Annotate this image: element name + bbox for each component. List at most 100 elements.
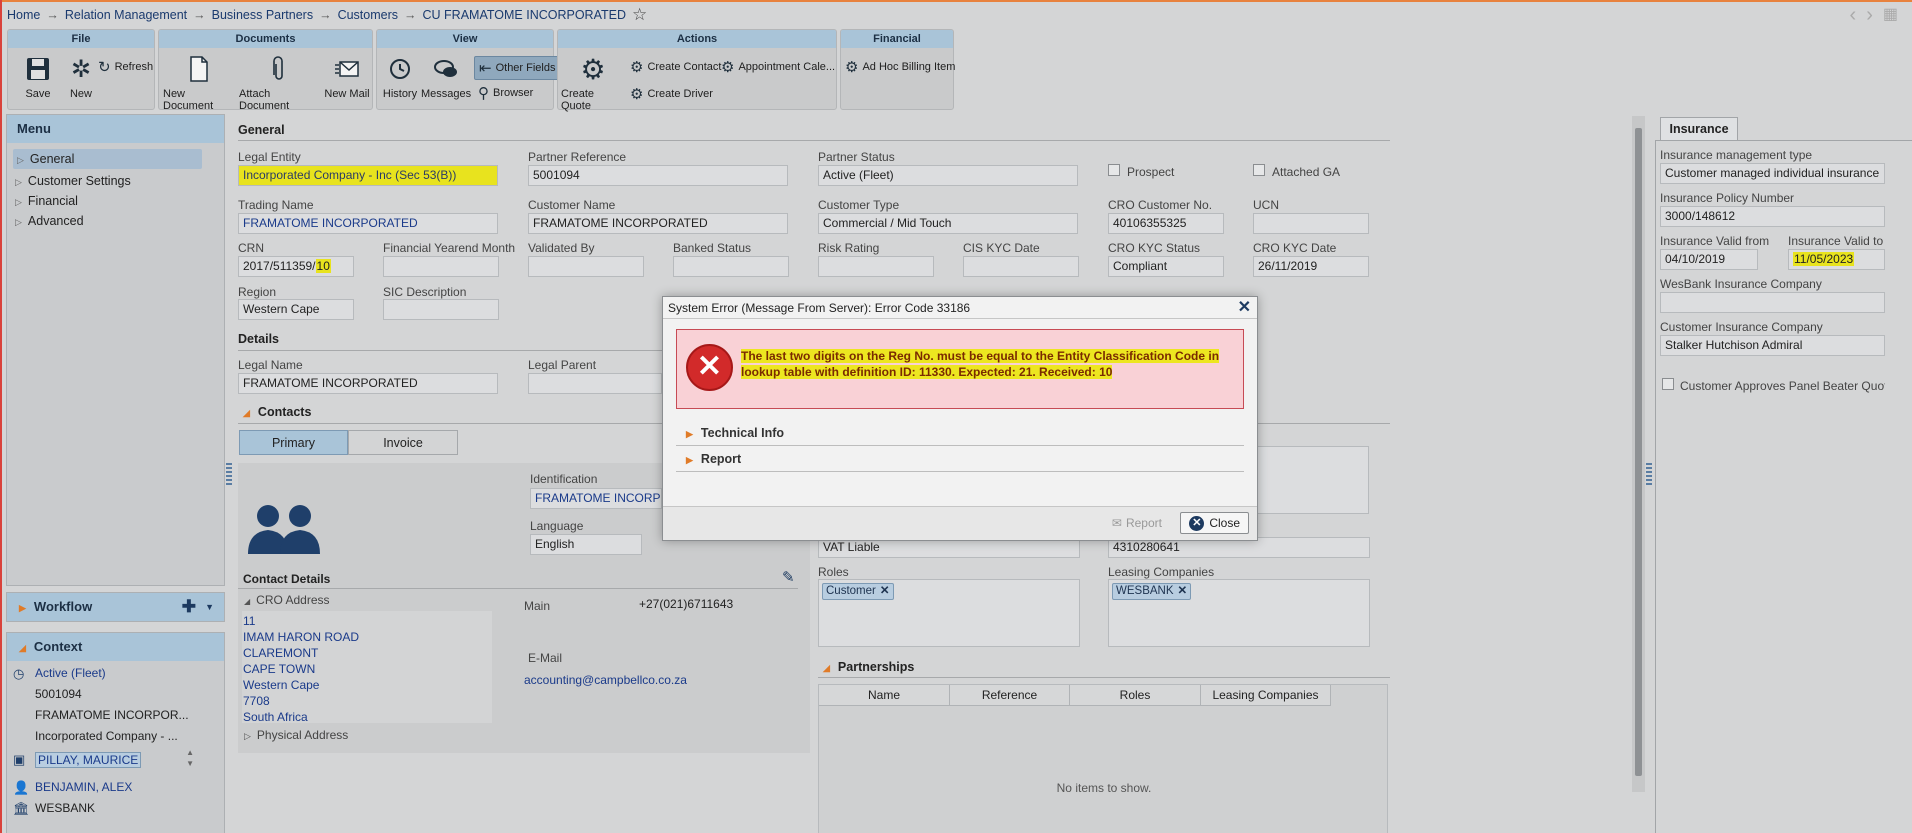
prospect-checkbox[interactable] [1108, 164, 1120, 176]
grid-menu-icon[interactable]: ▦ [1883, 4, 1898, 27]
menu-item-financial[interactable]: ▷ Financial [7, 191, 224, 211]
partner-status-field[interactable]: Active (Fleet) [818, 165, 1078, 186]
create-driver-button[interactable]: ⚙ Create Driver [630, 85, 713, 103]
section-contacts-title[interactable]: ◢ Contacts [243, 405, 311, 419]
breadcrumb-relation-management[interactable]: Relation Management [65, 8, 187, 22]
column-header-reference[interactable]: Reference [950, 685, 1070, 705]
risk-rating-label: Risk Rating [818, 241, 880, 255]
breadcrumb-customers[interactable]: Customers [338, 8, 398, 22]
legal-entity-field[interactable]: Incorporated Company - Inc (Sec 53(B)) [238, 165, 498, 186]
context-account-manager[interactable]: 👤 BENJAMIN, ALEX [7, 777, 224, 798]
cro-address-toggle[interactable]: ◢ CRO Address [244, 593, 330, 607]
cro-kyc-status-field[interactable]: Compliant [1108, 256, 1224, 277]
remove-tag-icon[interactable]: ✕ [880, 585, 890, 597]
ad-hoc-billing-button[interactable]: ⚙ Ad Hoc Billing Item [845, 58, 955, 76]
banked-status-field[interactable] [673, 256, 789, 277]
tab-invoice[interactable]: Invoice [348, 430, 458, 455]
back-arrow-icon[interactable]: ‹ [1850, 4, 1857, 27]
browser-button[interactable]: ⚲ Browser [478, 84, 533, 102]
new-button[interactable]: ✲ New [60, 54, 102, 101]
customer-name-field[interactable]: FRAMATOME INCORPORATED [528, 213, 788, 234]
insurance-mgmt-type-field[interactable]: Customer managed individual insurance [1660, 163, 1885, 184]
close-button[interactable]: ✕ Close [1180, 512, 1249, 534]
history-button[interactable]: History [380, 54, 420, 100]
partnerships-title[interactable]: ◢ Partnerships [823, 660, 914, 674]
sic-description-field[interactable] [383, 299, 499, 320]
remove-tag-icon[interactable]: ✕ [1178, 585, 1188, 597]
cro-kyc-date-field[interactable]: 26/11/2019 [1253, 256, 1369, 277]
workflow-header[interactable]: ▶ Workflow ✚ ▼ [7, 593, 224, 621]
leasing-companies-field[interactable]: WESBANK ✕ [1108, 579, 1370, 647]
tab-primary[interactable]: Primary [239, 430, 348, 455]
tab-insurance[interactable]: Insurance [1660, 117, 1738, 140]
ribbon-group-title: File [8, 30, 154, 48]
close-icon[interactable]: ✕ [1238, 297, 1251, 319]
region-field[interactable]: Western Cape [238, 299, 354, 320]
left-splitter-handle[interactable] [226, 463, 232, 485]
ucn-field[interactable] [1253, 213, 1369, 234]
role-tag-customer[interactable]: Customer ✕ [822, 583, 894, 600]
main-phone-field[interactable]: +27(021)6711643 [635, 595, 777, 616]
crn-field[interactable]: 2017/511359/10 [238, 256, 354, 277]
customer-insurance-company-field[interactable]: Stalker Hutchison Admiral [1660, 335, 1885, 356]
insurance-valid-to-field[interactable]: 11/05/2023 [1788, 249, 1885, 270]
edit-pencil-icon[interactable]: ✎ [782, 568, 795, 586]
create-quote-button[interactable]: ⚙ Create Quote [561, 54, 625, 113]
physical-address-toggle[interactable]: ▷ Physical Address [244, 728, 348, 742]
partner-reference-field[interactable]: 5001094 [528, 165, 788, 186]
scroll-arrows-icon[interactable]: ▲ ▼ [186, 747, 194, 769]
section-general-title: General [238, 123, 285, 137]
wesbank-insurance-company-field[interactable] [1660, 292, 1885, 313]
context-status[interactable]: ◷ Active (Fleet) [7, 663, 224, 684]
save-button[interactable]: Save [14, 54, 62, 100]
leasing-tag-wesbank[interactable]: WESBANK ✕ [1112, 583, 1192, 600]
ribbon-group-title: Documents [159, 30, 372, 48]
appointment-button[interactable]: ⚙ Appointment Cale... [721, 58, 835, 76]
financial-yearend-field[interactable] [383, 256, 499, 277]
roles-field[interactable]: Customer ✕ [818, 579, 1080, 647]
customer-type-field[interactable]: Commercial / Mid Touch [818, 213, 1078, 234]
cro-customer-no-field[interactable]: 40106355325 [1108, 213, 1224, 234]
column-header-name[interactable]: Name [819, 685, 950, 705]
attached-ga-checkbox[interactable] [1253, 164, 1265, 176]
main-scrollbar[interactable] [1632, 116, 1645, 792]
column-header-roles[interactable]: Roles [1070, 685, 1201, 705]
menu-item-customer-settings[interactable]: ▷ Customer Settings [7, 171, 224, 191]
other-fields-button[interactable]: ⇤ Other Fields [474, 56, 561, 80]
report-section[interactable]: ▶ Report [676, 446, 1244, 472]
chevron-down-icon[interactable]: ▼ [205, 593, 214, 621]
messages-button[interactable]: Messages [421, 54, 471, 100]
refresh-button[interactable]: ↻ Refresh [98, 58, 153, 76]
legal-name-field[interactable]: FRAMATOME INCORPORATED [238, 373, 498, 394]
report-button[interactable]: ✉ Report [1112, 516, 1162, 530]
identification-field[interactable]: FRAMATOME INCORPORATED [530, 488, 662, 509]
menu-item-advanced[interactable]: ▷ Advanced [7, 211, 224, 231]
new-document-button[interactable]: New Document [163, 54, 235, 112]
create-contact-button[interactable]: ⚙ Create Contact [630, 58, 721, 76]
validated-by-field[interactable] [528, 256, 644, 277]
menu-item-general[interactable]: ▷ General [13, 149, 202, 169]
cis-kyc-date-field[interactable] [963, 256, 1079, 277]
breadcrumb-home[interactable]: Home [7, 8, 40, 22]
column-header-leasing[interactable]: Leasing Companies [1201, 685, 1331, 705]
legal-parent-field[interactable] [528, 373, 662, 394]
risk-rating-field[interactable] [818, 256, 934, 277]
forward-arrow-icon[interactable]: › [1866, 4, 1873, 27]
breadcrumb-separator: → [46, 8, 59, 22]
breadcrumb-business-partners[interactable]: Business Partners [212, 8, 313, 22]
attach-document-button[interactable]: Attach Document [239, 54, 319, 112]
technical-info-section[interactable]: ▶ Technical Info [676, 420, 1244, 446]
trading-name-field[interactable]: FRAMATOME INCORPORATED [238, 213, 498, 234]
context-header[interactable]: ◢ Context [7, 633, 224, 661]
favorite-star-icon[interactable]: ☆ [632, 5, 647, 25]
language-field[interactable]: English [530, 534, 642, 555]
right-splitter-handle[interactable] [1646, 463, 1652, 485]
scrollbar-thumb[interactable] [1635, 128, 1642, 776]
insurance-valid-from-field[interactable]: 04/10/2019 [1660, 249, 1758, 270]
email-link[interactable]: accounting@campbellco.co.za [524, 673, 687, 687]
add-workflow-icon[interactable]: ✚ [182, 593, 196, 621]
insurance-policy-field[interactable]: 3000/148612 [1660, 206, 1885, 227]
panel-beater-checkbox[interactable] [1662, 378, 1674, 390]
context-contact[interactable]: ▣ PILLAY, MAURICE ▲ ▼ [7, 747, 224, 773]
new-mail-button[interactable]: New Mail [323, 54, 371, 100]
